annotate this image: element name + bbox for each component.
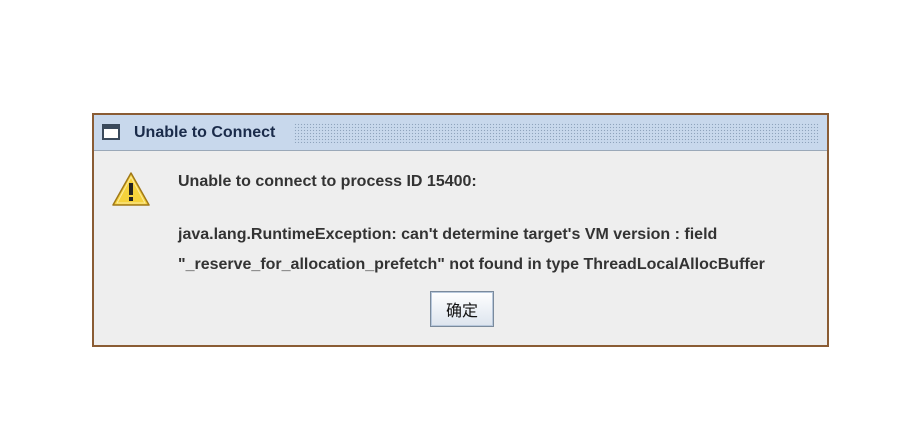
dialog-title: Unable to Connect [134, 124, 276, 141]
error-dialog: Unable to Connect Unable to connect to p… [92, 113, 829, 347]
window-icon [102, 124, 120, 140]
message-line-1: Unable to connect to process ID 15400: [178, 173, 477, 190]
dialog-titlebar[interactable]: Unable to Connect [94, 115, 827, 151]
warning-icon [112, 172, 150, 206]
titlebar-texture [294, 123, 819, 143]
ok-button[interactable]: 确定 [430, 291, 494, 327]
message-line-3: "_reserve_for_allocation_prefetch" not f… [178, 256, 765, 273]
message-line-2: java.lang.RuntimeException: can't determ… [178, 226, 718, 243]
